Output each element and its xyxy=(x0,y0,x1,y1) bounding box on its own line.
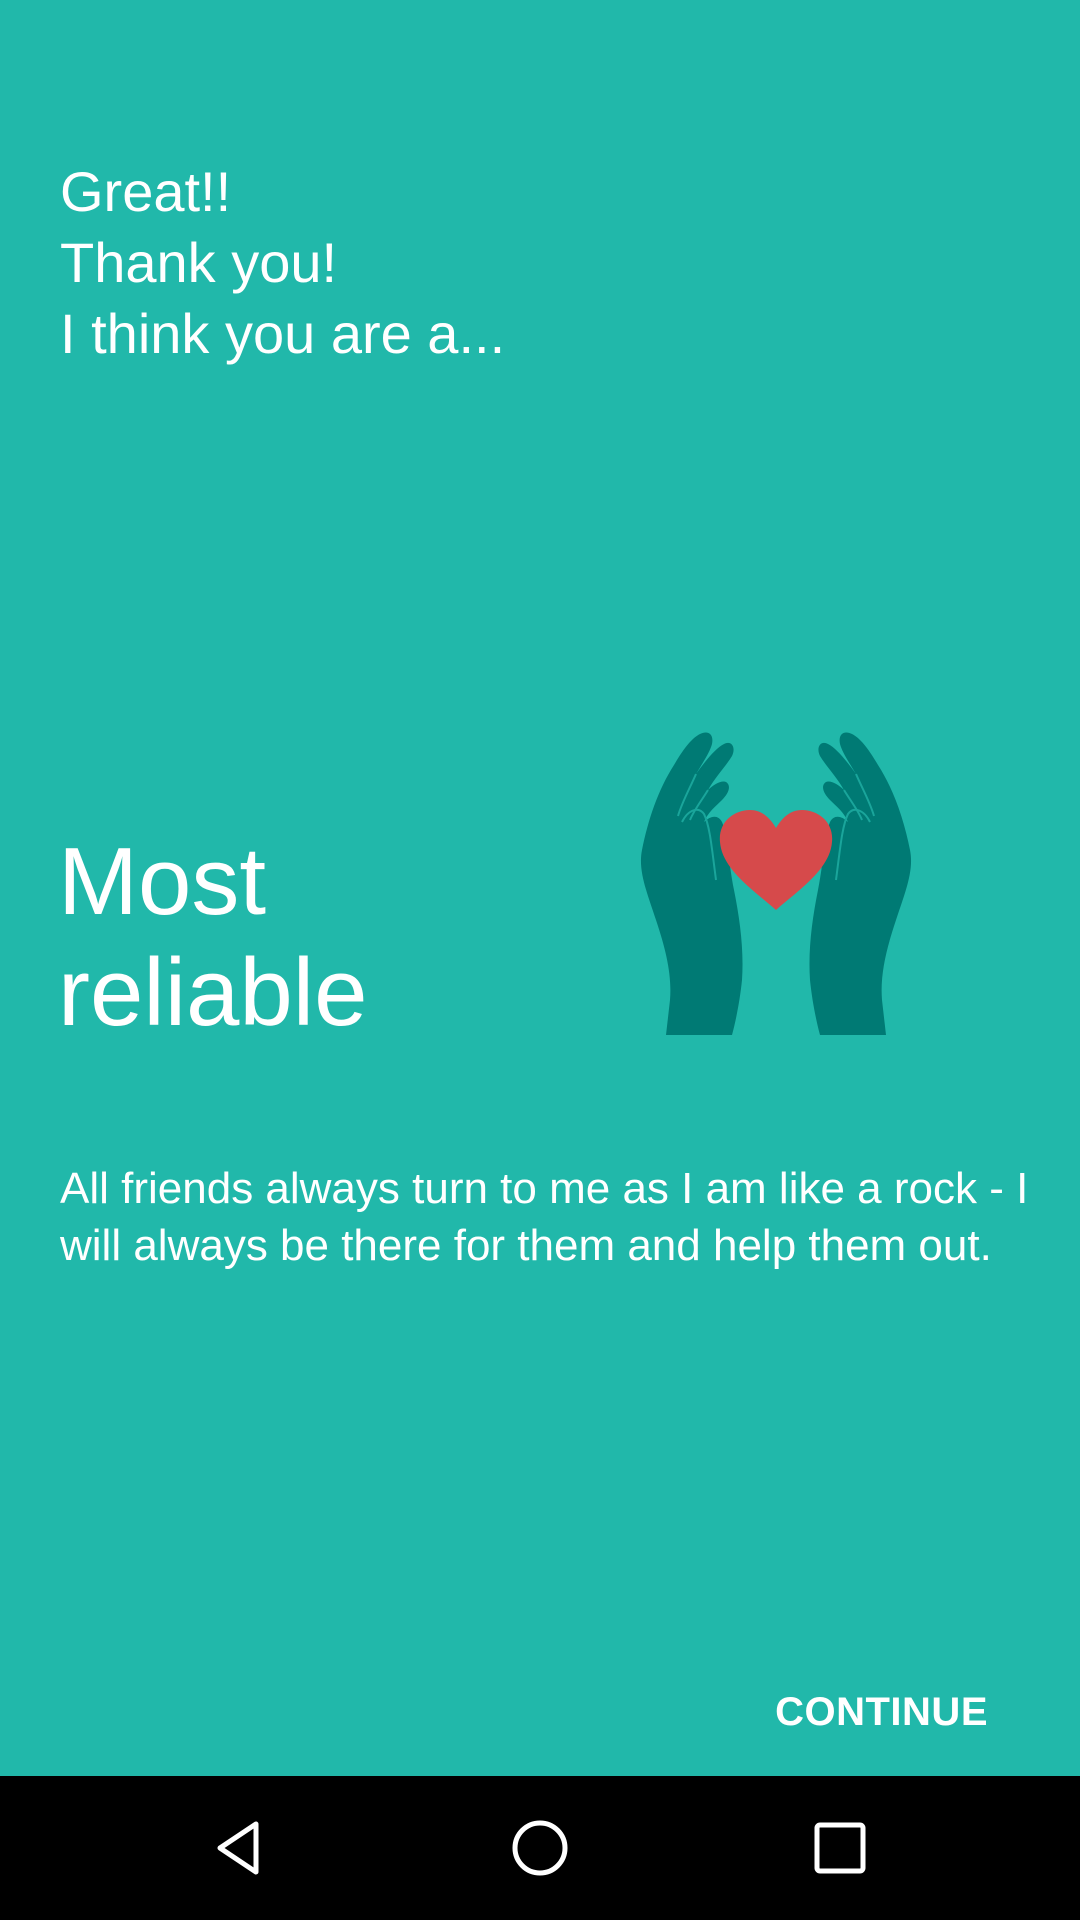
screen: Great!! Thank you! I think you are a... … xyxy=(0,0,1080,1920)
greeting-line-2: Thank you! xyxy=(60,231,338,294)
app-content: Great!! Thank you! I think you are a... … xyxy=(0,0,1080,1776)
result-description: All friends always turn to me as I am li… xyxy=(60,1164,1029,1270)
home-circle-icon[interactable] xyxy=(490,1798,590,1898)
system-navigation-bar xyxy=(0,1776,1080,1920)
continue-button[interactable]: CONTINUE xyxy=(775,1690,988,1735)
greeting-line-3: I think you are a... xyxy=(60,302,506,365)
result-title-line-2: reliable xyxy=(58,939,368,1046)
hands-holding-heart-icon xyxy=(636,730,916,1040)
result-title-line-1: Most xyxy=(58,828,267,935)
result-title: Most reliable xyxy=(58,826,368,1048)
greeting-line-1: Great!! xyxy=(60,160,232,223)
greeting-text: Great!! Thank you! I think you are a... xyxy=(60,156,505,369)
recents-square-icon[interactable] xyxy=(790,1798,890,1898)
back-triangle-icon[interactable] xyxy=(190,1798,290,1898)
